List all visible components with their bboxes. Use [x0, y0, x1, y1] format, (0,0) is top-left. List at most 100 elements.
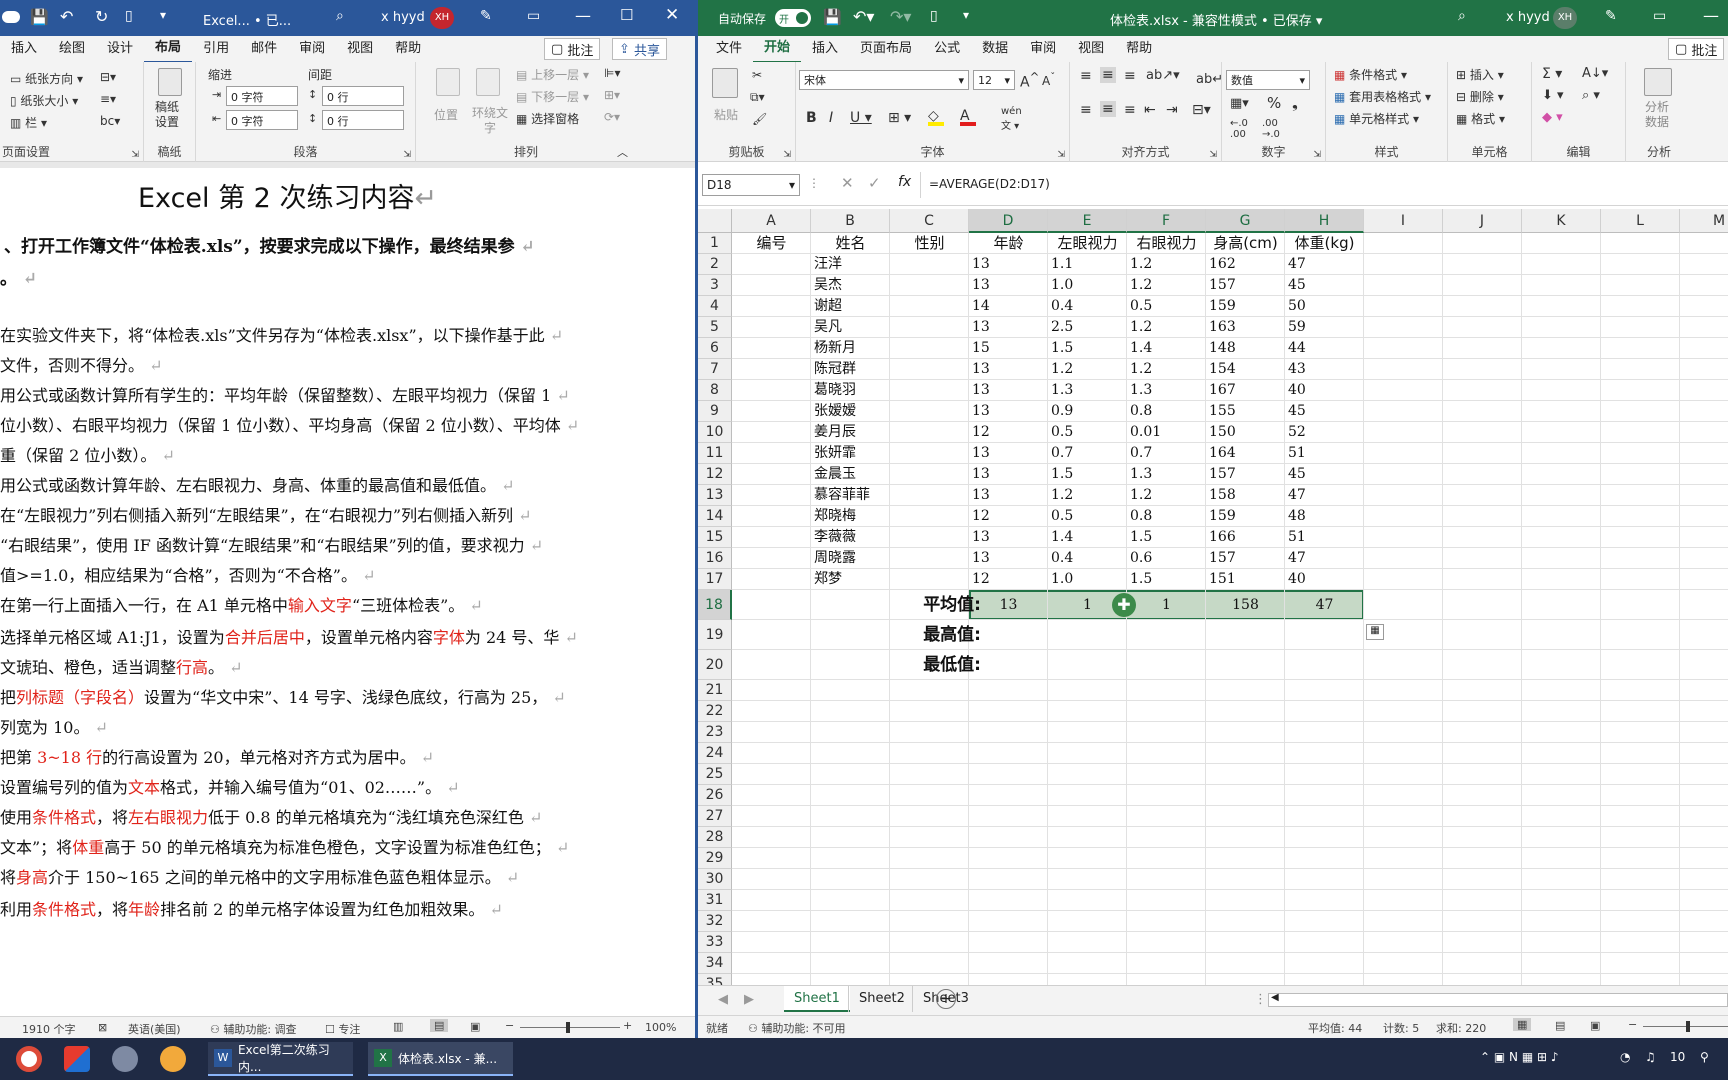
customize-qat-icon[interactable]: ▾: [160, 8, 166, 22]
excel-tab-5[interactable]: 数据: [971, 36, 1019, 62]
format-painter-icon[interactable]: 🖌: [752, 112, 767, 126]
row-header[interactable]: 25: [698, 764, 732, 785]
cell-e9[interactable]: 0.9: [1051, 401, 1124, 422]
row-header[interactable]: 3: [698, 275, 732, 296]
spreadsheet-grid[interactable]: A B C D E F G H I J K L M 1 2 3 4 5 6 7 8 9 10 11 12 13 14 15 16 17 18…: [698, 209, 1728, 995]
draft-paper-icon[interactable]: [158, 68, 182, 96]
format-as-table-button[interactable]: ▦ 套用表格格式 ▾: [1334, 88, 1431, 105]
merge-center-icon[interactable]: ⊟▾: [1192, 102, 1211, 118]
new-file-icon[interactable]: ▯: [930, 8, 938, 24]
cell-g6[interactable]: 148: [1209, 338, 1282, 359]
cell-f10[interactable]: 0.01: [1130, 422, 1203, 443]
avatar[interactable]: XH: [430, 7, 454, 29]
cell-h12[interactable]: 45: [1288, 464, 1361, 485]
selection-pane-button[interactable]: ▦ 选择窗格: [516, 110, 579, 127]
cell-b1[interactable]: 姓名: [814, 233, 887, 254]
chrome-icon[interactable]: [16, 1046, 42, 1072]
zoom-out-icon[interactable]: −: [1628, 1018, 1637, 1031]
decrease-indent-icon[interactable]: ⇤: [1144, 102, 1156, 118]
cell-h15[interactable]: 51: [1288, 527, 1361, 548]
cell-g4[interactable]: 159: [1209, 296, 1282, 317]
column-header-a[interactable]: A: [732, 209, 811, 233]
row-header[interactable]: 19: [698, 620, 732, 650]
save-icon[interactable]: 💾: [30, 8, 49, 26]
cell-f5[interactable]: 1.2: [1130, 317, 1203, 338]
status-average[interactable]: 平均值: 44: [1308, 1020, 1362, 1036]
cell-h9[interactable]: 45: [1288, 401, 1361, 422]
excel-tab-2[interactable]: 插入: [801, 36, 849, 62]
cell-h7[interactable]: 43: [1288, 359, 1361, 380]
excel-tab-3[interactable]: 页面布局: [849, 36, 923, 62]
row-header[interactable]: 2: [698, 254, 732, 275]
bold-icon[interactable]: B: [806, 110, 817, 126]
redo-icon[interactable]: ↷▾: [890, 7, 911, 26]
cell-g2[interactable]: 162: [1209, 254, 1282, 275]
columns-button[interactable]: ▥ 栏 ▾: [10, 114, 47, 131]
cell-g1[interactable]: 身高(cm): [1209, 233, 1282, 254]
cell-styles-button[interactable]: ▦ 单元格样式 ▾: [1334, 110, 1419, 127]
cell-f8[interactable]: 1.3: [1130, 380, 1203, 401]
ribbon-display-icon[interactable]: ▭: [1653, 8, 1666, 24]
rotate-icon[interactable]: ⟳▾: [604, 110, 620, 124]
row-header[interactable]: 9: [698, 401, 732, 422]
normal-view-icon[interactable]: ▦: [1513, 1018, 1532, 1031]
line-numbers-icon[interactable]: ≡▾: [100, 92, 116, 106]
row-header[interactable]: 12: [698, 464, 732, 485]
word-tab-8[interactable]: 帮助: [384, 36, 432, 62]
cell-g14[interactable]: 159: [1209, 506, 1282, 527]
app-grid-icon[interactable]: [64, 1046, 90, 1072]
cell-b11[interactable]: 张妍霏: [814, 443, 887, 464]
phonetic-icon[interactable]: wén 文 ▾: [1001, 106, 1022, 132]
align-icon[interactable]: ⊫▾: [604, 66, 620, 80]
cut-icon[interactable]: ✂: [752, 68, 762, 82]
cell-d6[interactable]: 15: [972, 338, 1045, 359]
cell-b15[interactable]: 李薇薇: [814, 527, 887, 548]
align-top-icon[interactable]: ≡: [1080, 68, 1092, 84]
cell-h17[interactable]: 40: [1288, 569, 1361, 590]
undo-icon[interactable]: ↶▾: [853, 7, 874, 26]
confirm-entry-icon[interactable]: ✓: [868, 174, 881, 192]
underline-icon[interactable]: U ▾: [850, 110, 872, 126]
cell-a1[interactable]: 编号: [735, 233, 808, 254]
network-icon[interactable]: ◔: [1620, 1050, 1630, 1064]
cell-d15[interactable]: 13: [972, 527, 1045, 548]
page-break-icon[interactable]: ▣: [1590, 1019, 1600, 1032]
cell-b14[interactable]: 郑晓梅: [814, 506, 887, 527]
increase-decimal-icon[interactable]: ←.0.00: [1230, 118, 1248, 140]
cell-h1[interactable]: 体重(kg): [1288, 233, 1361, 254]
sheet-tab-sheet2[interactable]: Sheet2: [848, 986, 915, 1012]
column-header-c[interactable]: C: [890, 209, 969, 233]
align-middle-icon[interactable]: ≡: [1100, 67, 1116, 83]
row-header[interactable]: 23: [698, 722, 732, 743]
column-header-h[interactable]: H: [1285, 209, 1364, 233]
copy-icon[interactable]: ⧉▾: [750, 90, 765, 105]
comment-button[interactable]: ▢ 批注: [1668, 38, 1725, 60]
word-tab-4[interactable]: 引用: [192, 36, 240, 62]
status-count[interactable]: 计数: 5: [1383, 1020, 1419, 1036]
cell-h13[interactable]: 47: [1288, 485, 1361, 506]
cell-d14[interactable]: 12: [972, 506, 1045, 527]
analyze-data-icon[interactable]: [1644, 68, 1672, 96]
decrease-font-icon[interactable]: Aˇ: [1042, 72, 1055, 88]
cell-d5[interactable]: 13: [972, 317, 1045, 338]
row-header[interactable]: 28: [698, 827, 732, 848]
insert-function-icon[interactable]: fx: [898, 174, 911, 190]
cell-d8[interactable]: 13: [972, 380, 1045, 401]
excel-tab-1[interactable]: 开始: [753, 35, 802, 64]
indent-right-field[interactable]: 0 字符: [226, 110, 298, 130]
cell-b4[interactable]: 谢超: [814, 296, 887, 317]
cell-e5[interactable]: 2.5: [1051, 317, 1124, 338]
cell-f18[interactable]: 1: [1130, 590, 1203, 620]
dialog-launcher-icon[interactable]: ⇲: [403, 150, 411, 160]
language-status[interactable]: 英语(美国): [128, 1021, 181, 1037]
word-taskbar-button[interactable]: W Excel第二次练习内...: [208, 1042, 353, 1076]
redo-icon[interactable]: ↻: [95, 7, 108, 26]
row-header[interactable]: 24: [698, 743, 732, 764]
new-doc-icon[interactable]: ▯: [125, 8, 133, 24]
cell-f4[interactable]: 0.5: [1130, 296, 1203, 317]
excel-tab-6[interactable]: 审阅: [1019, 36, 1067, 62]
row-header[interactable]: 7: [698, 359, 732, 380]
cell-c1[interactable]: 性别: [893, 233, 966, 254]
search-icon[interactable]: ⌕: [1458, 8, 1466, 24]
zoom-out-icon[interactable]: −: [505, 1019, 514, 1032]
